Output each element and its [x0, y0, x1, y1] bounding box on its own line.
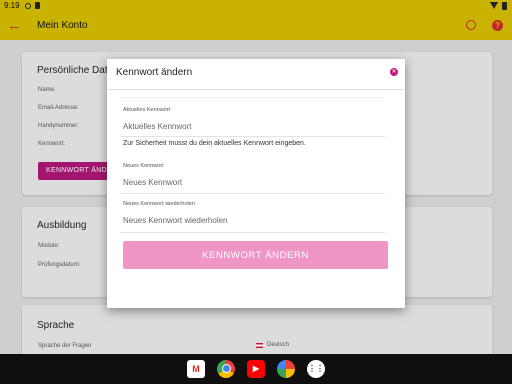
change-password-dialog: Kennwort ändern ✕ Aktuelles Kennwort Zur…: [107, 59, 405, 308]
card-title: Sprache: [37, 320, 75, 331]
submit-change-password-button[interactable]: KENNWORT ÄNDERN: [123, 241, 388, 269]
page-title: Mein Konto: [37, 20, 88, 31]
chrome-icon[interactable]: [217, 360, 235, 378]
clock: 9:19: [4, 1, 20, 10]
status-bar: 9:19: [0, 0, 512, 12]
divider: [121, 136, 385, 137]
password-label: Kennwort:: [38, 141, 66, 147]
gmail-icon[interactable]: M: [187, 360, 205, 378]
new-password-field[interactable]: [123, 175, 383, 189]
repeat-password-label: Neues Kennwort wiederholen: [123, 201, 195, 207]
email-label: Email-Adresse:: [38, 105, 79, 111]
current-password-label: Aktuelles Kennwort: [123, 107, 171, 113]
dialog-header: Kennwort ändern ✕: [107, 59, 405, 90]
question-language-label: Sprache der Fragen: [38, 343, 92, 349]
sd-card-icon: [35, 2, 40, 9]
taskbar: M ▶ ⋮⋮: [0, 354, 512, 384]
help-icon[interactable]: ?: [492, 20, 503, 31]
back-arrow-icon[interactable]: ←: [7, 16, 23, 36]
exam-date-label: Prüfungsdatum:: [38, 262, 81, 268]
app-bar: ← Mein Konto ?: [0, 12, 512, 40]
divider: [121, 232, 385, 233]
security-hint: Zur Sicherheit musst du dein aktuelles K…: [123, 140, 306, 147]
close-icon[interactable]: ✕: [390, 68, 398, 76]
name-label: Name:: [38, 87, 56, 93]
dialog-title: Kennwort ändern: [116, 67, 193, 78]
card-title: Persönliche Dat: [37, 65, 108, 76]
wifi-icon: [490, 2, 498, 9]
app-drawer-icon[interactable]: ⋮⋮: [307, 360, 325, 378]
divider: [121, 193, 385, 194]
austria-flag-icon: [256, 343, 263, 348]
repeat-password-field[interactable]: [123, 213, 383, 227]
phone-label: Handynummer:: [38, 123, 80, 129]
photos-icon[interactable]: [277, 360, 295, 378]
current-password-field[interactable]: [123, 119, 383, 133]
youtube-icon[interactable]: ▶: [247, 360, 265, 378]
question-language-value[interactable]: Deutsch: [267, 342, 289, 348]
feedback-face-icon[interactable]: [466, 20, 476, 30]
card-title: Ausbildung: [37, 220, 87, 231]
settings-status-icon: [25, 3, 31, 9]
module-label: Module:: [38, 243, 60, 249]
dialog-body: Aktuelles Kennwort Zur Sicherheit musst …: [121, 97, 388, 293]
new-password-label: Neues Kennwort: [123, 163, 164, 169]
battery-icon: [502, 2, 507, 10]
